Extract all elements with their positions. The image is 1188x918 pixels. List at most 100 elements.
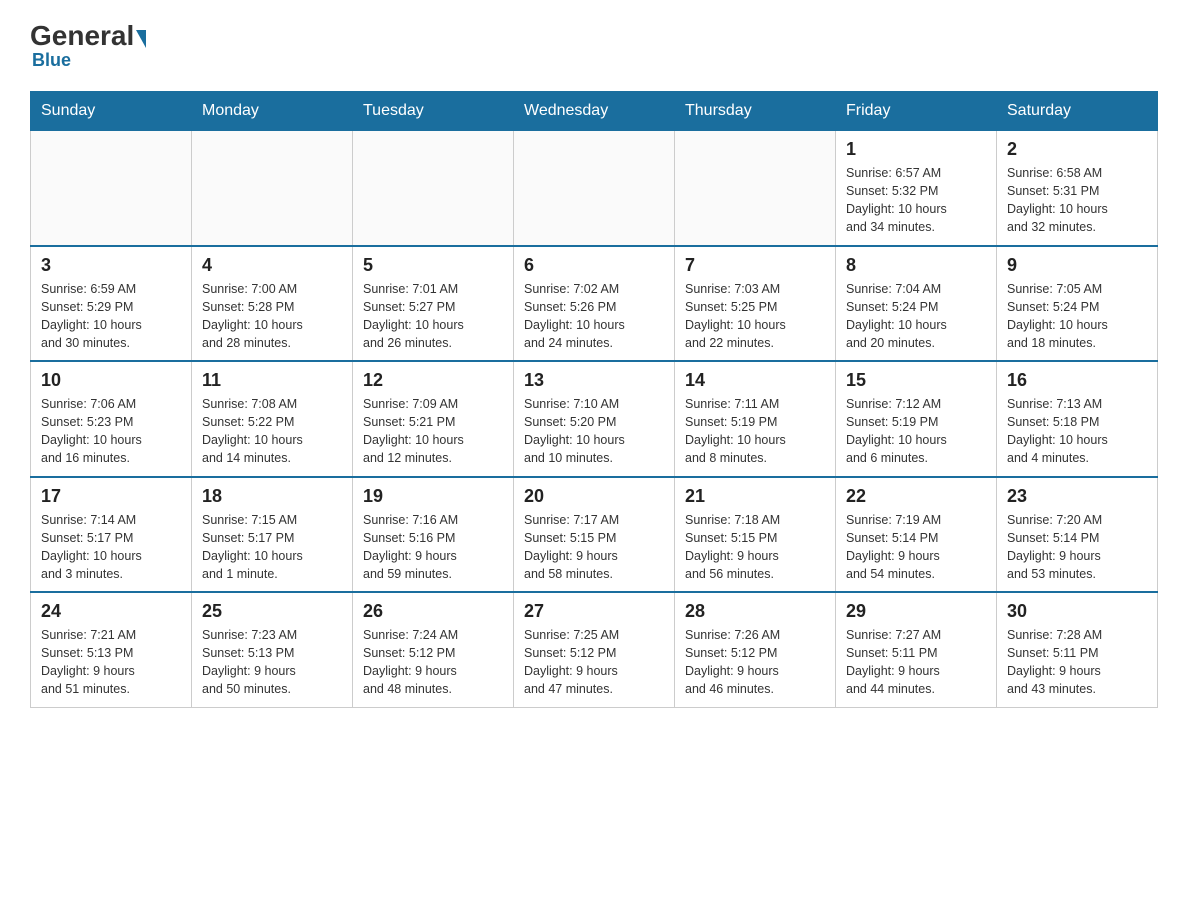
weekday-header-monday: Monday [192,92,353,131]
calendar-week-row-5: 24Sunrise: 7:21 AM Sunset: 5:13 PM Dayli… [31,592,1158,707]
day-number: 15 [846,370,986,391]
calendar-cell [192,131,353,246]
calendar-cell [353,131,514,246]
calendar-cell: 4 Sunrise: 7:00 AM Sunset: 5:28 PM Daylig… [192,246,353,362]
calendar-cell: 29 Sunrise: 7:27 AM Sunset: 5:11 PM Dayli… [836,592,997,707]
weekday-header-tuesday: Tuesday [353,92,514,131]
day-number: 26 [363,601,503,622]
weekday-header-thursday: Thursday [675,92,836,131]
calendar-cell: 11 Sunrise: 7:08 AM Sunset: 5:22 PM Dayli… [192,361,353,477]
day-number: 10 [41,370,181,391]
day-number: 4 [202,255,342,276]
day-number: 14 [685,370,825,391]
day-info: Sunrise: 7:28 AM Sunset: 5:11 PM Dayligh… [1007,626,1147,699]
day-info: Sunrise: 7:09 AM Sunset: 5:21 PM Dayligh… [363,395,503,468]
calendar-cell: 8 Sunrise: 7:04 AM Sunset: 5:24 PM Daylig… [836,246,997,362]
day-info: Sunrise: 7:11 AM Sunset: 5:19 PM Dayligh… [685,395,825,468]
day-info: Sunrise: 7:27 AM Sunset: 5:11 PM Dayligh… [846,626,986,699]
day-info: Sunrise: 7:10 AM Sunset: 5:20 PM Dayligh… [524,395,664,468]
day-number: 16 [1007,370,1147,391]
day-number: 1 [846,139,986,160]
logo: General Blue [30,20,148,71]
day-info: Sunrise: 7:20 AM Sunset: 5:14 PM Dayligh… [1007,511,1147,584]
calendar-cell: 9 Sunrise: 7:05 AM Sunset: 5:24 PM Daylig… [997,246,1158,362]
day-info: Sunrise: 7:15 AM Sunset: 5:17 PM Dayligh… [202,511,342,584]
calendar-cell [31,131,192,246]
day-info: Sunrise: 6:58 AM Sunset: 5:31 PM Dayligh… [1007,164,1147,237]
day-info: Sunrise: 7:19 AM Sunset: 5:14 PM Dayligh… [846,511,986,584]
day-number: 25 [202,601,342,622]
calendar-table: SundayMondayTuesdayWednesdayThursdayFrid… [30,91,1158,708]
day-number: 5 [363,255,503,276]
weekday-header-sunday: Sunday [31,92,192,131]
calendar-cell: 16 Sunrise: 7:13 AM Sunset: 5:18 PM Dayli… [997,361,1158,477]
day-info: Sunrise: 7:04 AM Sunset: 5:24 PM Dayligh… [846,280,986,353]
day-number: 8 [846,255,986,276]
day-info: Sunrise: 7:06 AM Sunset: 5:23 PM Dayligh… [41,395,181,468]
logo-general-text: General [30,20,134,52]
day-info: Sunrise: 7:24 AM Sunset: 5:12 PM Dayligh… [363,626,503,699]
day-info: Sunrise: 7:13 AM Sunset: 5:18 PM Dayligh… [1007,395,1147,468]
day-info: Sunrise: 7:05 AM Sunset: 5:24 PM Dayligh… [1007,280,1147,353]
calendar-cell: 13 Sunrise: 7:10 AM Sunset: 5:20 PM Dayli… [514,361,675,477]
day-number: 12 [363,370,503,391]
calendar-cell: 21Sunrise: 7:18 AM Sunset: 5:15 PM Dayli… [675,477,836,593]
calendar-cell: 2 Sunrise: 6:58 AM Sunset: 5:31 PM Daylig… [997,131,1158,246]
day-number: 17 [41,486,181,507]
day-number: 6 [524,255,664,276]
logo-blue-text: Blue [32,50,148,71]
calendar-week-row-2: 3 Sunrise: 6:59 AM Sunset: 5:29 PM Daylig… [31,246,1158,362]
calendar-cell: 18 Sunrise: 7:15 AM Sunset: 5:17 PM Dayli… [192,477,353,593]
calendar-week-row-1: 1 Sunrise: 6:57 AM Sunset: 5:32 PM Daylig… [31,131,1158,246]
calendar-cell: 30 Sunrise: 7:28 AM Sunset: 5:11 PM Dayli… [997,592,1158,707]
day-info: Sunrise: 7:21 AM Sunset: 5:13 PM Dayligh… [41,626,181,699]
calendar-cell: 23 Sunrise: 7:20 AM Sunset: 5:14 PM Dayli… [997,477,1158,593]
calendar-cell: 14 Sunrise: 7:11 AM Sunset: 5:19 PM Dayli… [675,361,836,477]
calendar-cell: 5 Sunrise: 7:01 AM Sunset: 5:27 PM Daylig… [353,246,514,362]
day-info: Sunrise: 7:12 AM Sunset: 5:19 PM Dayligh… [846,395,986,468]
day-number: 9 [1007,255,1147,276]
calendar-cell: 24Sunrise: 7:21 AM Sunset: 5:13 PM Dayli… [31,592,192,707]
calendar-cell [675,131,836,246]
day-info: Sunrise: 7:08 AM Sunset: 5:22 PM Dayligh… [202,395,342,468]
calendar-cell: 12 Sunrise: 7:09 AM Sunset: 5:21 PM Dayli… [353,361,514,477]
day-number: 27 [524,601,664,622]
day-info: Sunrise: 7:25 AM Sunset: 5:12 PM Dayligh… [524,626,664,699]
day-number: 13 [524,370,664,391]
weekday-header-row: SundayMondayTuesdayWednesdayThursdayFrid… [31,92,1158,131]
calendar-cell: 28Sunrise: 7:26 AM Sunset: 5:12 PM Dayli… [675,592,836,707]
day-info: Sunrise: 7:16 AM Sunset: 5:16 PM Dayligh… [363,511,503,584]
day-info: Sunrise: 7:23 AM Sunset: 5:13 PM Dayligh… [202,626,342,699]
day-number: 30 [1007,601,1147,622]
day-number: 2 [1007,139,1147,160]
day-info: Sunrise: 7:00 AM Sunset: 5:28 PM Dayligh… [202,280,342,353]
day-number: 29 [846,601,986,622]
day-info: Sunrise: 7:02 AM Sunset: 5:26 PM Dayligh… [524,280,664,353]
calendar-cell [514,131,675,246]
calendar-cell: 6 Sunrise: 7:02 AM Sunset: 5:26 PM Daylig… [514,246,675,362]
day-number: 3 [41,255,181,276]
calendar-cell: 20 Sunrise: 7:17 AM Sunset: 5:15 PM Dayli… [514,477,675,593]
calendar-cell: 26 Sunrise: 7:24 AM Sunset: 5:12 PM Dayli… [353,592,514,707]
calendar-cell: 17Sunrise: 7:14 AM Sunset: 5:17 PM Dayli… [31,477,192,593]
day-number: 7 [685,255,825,276]
weekday-header-saturday: Saturday [997,92,1158,131]
day-info: Sunrise: 7:17 AM Sunset: 5:15 PM Dayligh… [524,511,664,584]
day-number: 19 [363,486,503,507]
day-number: 11 [202,370,342,391]
weekday-header-wednesday: Wednesday [514,92,675,131]
day-info: Sunrise: 6:57 AM Sunset: 5:32 PM Dayligh… [846,164,986,237]
calendar-cell: 10 Sunrise: 7:06 AM Sunset: 5:23 PM Dayli… [31,361,192,477]
day-info: Sunrise: 7:03 AM Sunset: 5:25 PM Dayligh… [685,280,825,353]
day-info: Sunrise: 6:59 AM Sunset: 5:29 PM Dayligh… [41,280,181,353]
day-number: 21 [685,486,825,507]
day-number: 20 [524,486,664,507]
day-number: 28 [685,601,825,622]
day-number: 18 [202,486,342,507]
calendar-cell: 1 Sunrise: 6:57 AM Sunset: 5:32 PM Daylig… [836,131,997,246]
day-number: 23 [1007,486,1147,507]
day-info: Sunrise: 7:01 AM Sunset: 5:27 PM Dayligh… [363,280,503,353]
logo-triangle-icon [136,30,146,48]
calendar-cell: 15 Sunrise: 7:12 AM Sunset: 5:19 PM Dayli… [836,361,997,477]
calendar-week-row-4: 17Sunrise: 7:14 AM Sunset: 5:17 PM Dayli… [31,477,1158,593]
